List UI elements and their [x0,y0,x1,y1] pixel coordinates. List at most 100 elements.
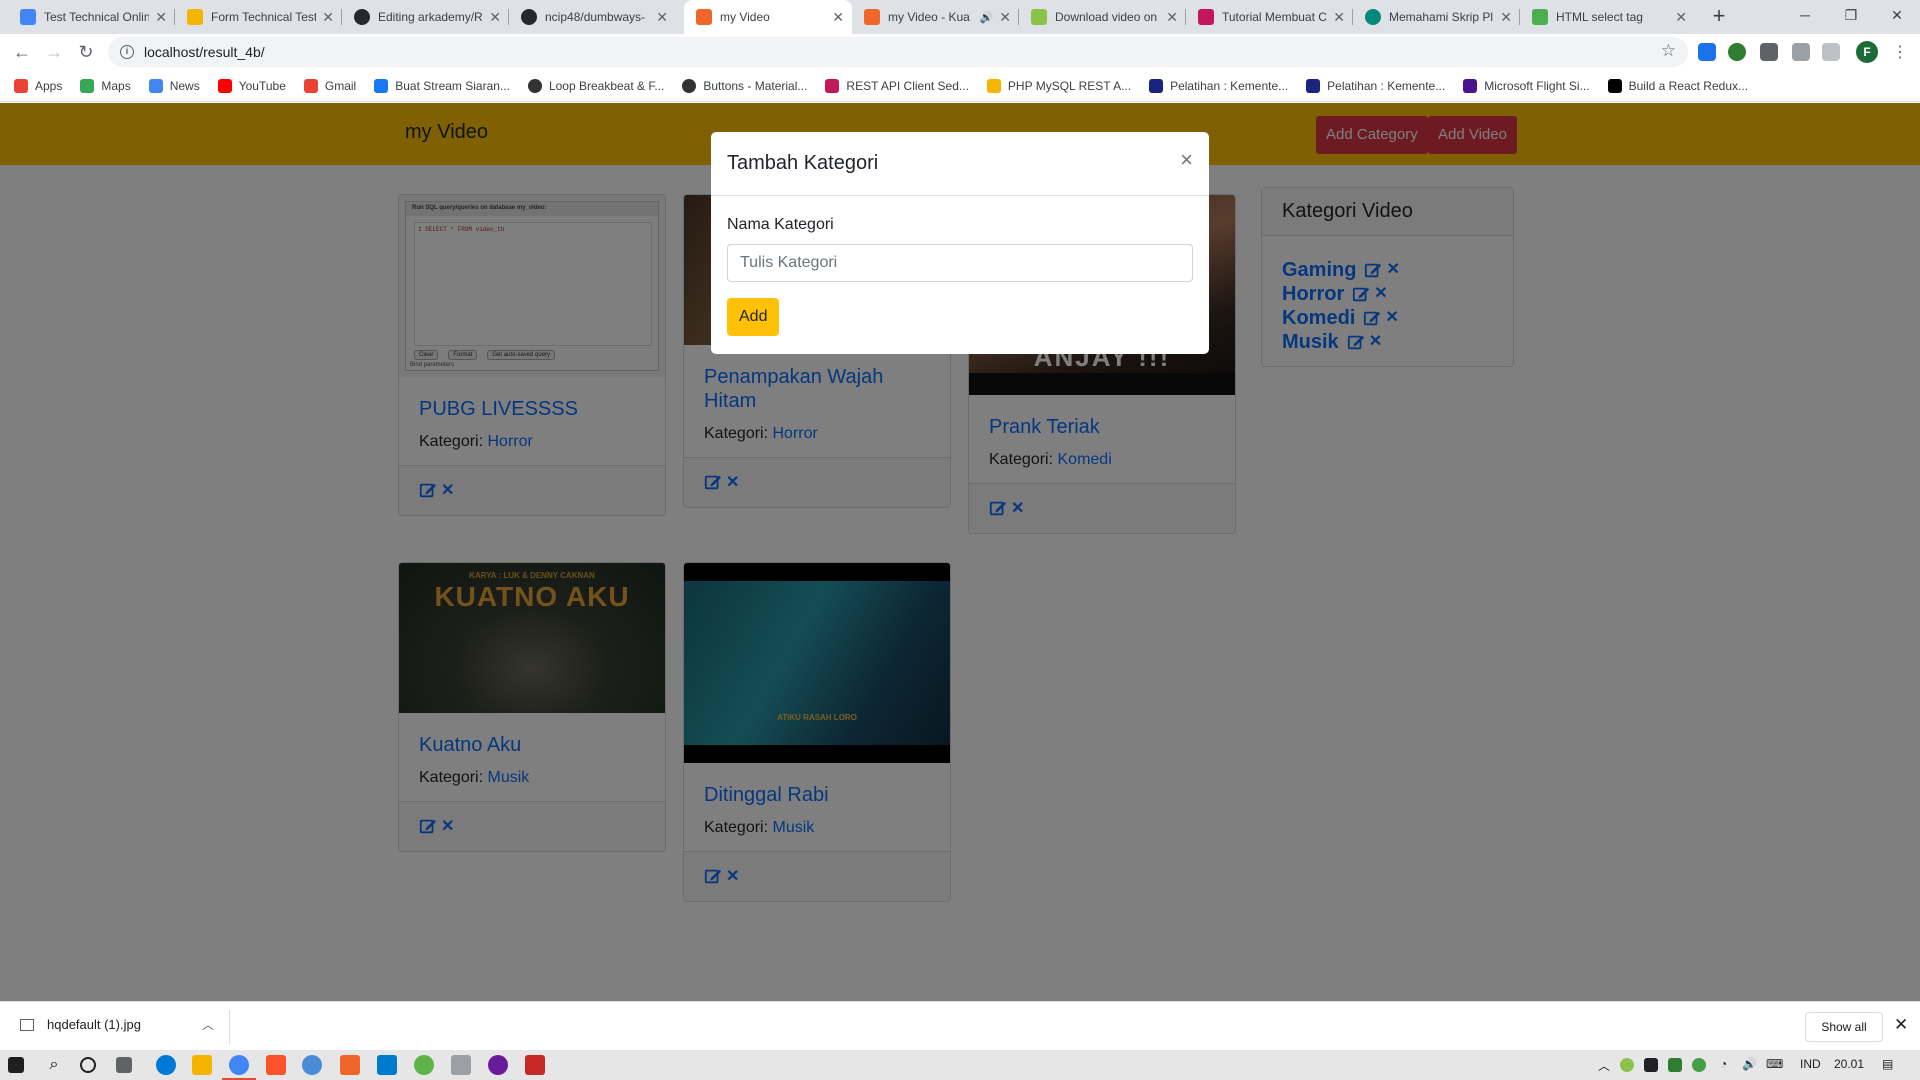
minimize-button[interactable]: ─ [1782,0,1828,34]
app-icon[interactable] [525,1055,545,1075]
menu-icon[interactable]: ⋮ [1892,42,1908,62]
close-tab-icon[interactable]: ✕ [656,9,668,26]
info-icon[interactable]: i [120,45,134,59]
bookmark-item[interactable]: Buat Stream Siaran... [374,78,510,93]
download-filename: hqdefault (1).jpg [47,1017,141,1032]
close-tab-icon[interactable]: ✕ [1675,9,1687,26]
close-tab-icon[interactable]: ✕ [155,9,167,26]
close-tab-icon[interactable]: ✕ [832,9,844,26]
docs-icon [20,9,36,25]
forward-button[interactable]: → [40,38,68,66]
chrome-icon[interactable] [229,1055,249,1075]
bookmark-item[interactable]: Loop Breakbeat & F... [527,78,664,93]
bookmark-news[interactable]: News [148,78,200,93]
task-view-icon[interactable] [116,1057,132,1073]
bookmark-star-icon[interactable]: ☆ [1661,41,1676,61]
close-tab-icon[interactable]: ✕ [1333,9,1345,26]
audio-icon[interactable]: 🔊 [980,11,994,24]
tab-8[interactable]: Memahami Skrip Pl ✕ [1353,0,1520,34]
file-explorer-icon[interactable] [192,1055,212,1075]
tray-icon[interactable] [1644,1058,1658,1072]
bookmark-label: Apps [35,78,63,93]
volume-icon[interactable]: 🔊 [1742,1057,1757,1071]
tray-icon[interactable] [1692,1058,1706,1072]
edge-icon[interactable] [156,1055,176,1075]
tab-2[interactable]: Editing arkademy/R ✕ [342,0,509,34]
tab-5[interactable]: my Video - Kua 🔊 ✕ [852,0,1019,34]
tray-icon[interactable] [1620,1058,1634,1072]
bookmark-item[interactable]: Build a React Redux... [1607,78,1748,93]
bookmark-item[interactable]: Pelatihan : Kemente... [1149,78,1288,93]
chevron-up-icon[interactable]: ︿ [202,1016,214,1033]
search-icon[interactable]: ⌕ [44,1055,64,1075]
tab-0[interactable]: Test Technical Onlin ✕ [8,0,175,34]
github-icon [354,9,370,25]
vscode-icon[interactable] [377,1055,397,1075]
app-icon[interactable] [414,1055,434,1075]
tab-title: HTML select tag [1556,10,1643,24]
tab-9[interactable]: HTML select tag ✕ [1520,0,1695,34]
add-button[interactable]: Add [727,298,780,336]
app-icon[interactable] [451,1055,471,1075]
clock[interactable]: 20.01 [1834,1057,1864,1071]
close-icon[interactable]: ✕ [1894,1015,1908,1035]
app-icon[interactable] [340,1055,360,1075]
keyboard-icon[interactable]: ⌨ [1766,1057,1783,1071]
reload-button[interactable]: ↻ [72,38,100,66]
media-icon[interactable] [1822,43,1840,61]
tab-4-active[interactable]: my Video ✕ [684,0,852,34]
bookmark-item[interactable]: Pelatihan : Kemente... [1306,78,1445,93]
new-tab-button[interactable]: + [1706,4,1732,30]
close-icon[interactable]: × [1180,149,1193,171]
bookmark-item[interactable]: Buttons - Material... [682,78,808,93]
show-all-button[interactable]: Show all [1805,1012,1883,1042]
tab-title: Test Technical Onlin [44,10,150,24]
bookmark-apps[interactable]: Apps [14,78,63,93]
tab-6[interactable]: Download video on ✕ [1019,0,1186,34]
bookmark-label: Buttons - Material... [703,78,808,93]
download-item[interactable]: hqdefault (1).jpg [20,1017,141,1032]
bookmark-item[interactable]: REST API Client Sed... [825,78,969,93]
tab-1[interactable]: Form Technical Test ✕ [175,0,342,34]
tab-strip: Test Technical Onlin ✕ Form Technical Tes… [0,0,1920,34]
tab-title: my Video [720,10,770,24]
bookmark-label: REST API Client Sed... [846,78,969,93]
language-indicator[interactable]: IND [1800,1057,1821,1071]
back-button[interactable]: ← [8,38,36,66]
add-category-modal: Tambah Kategori × Nama Kategori Add [711,132,1209,354]
bookmark-gmail[interactable]: Gmail [303,78,356,93]
bookmark-item[interactable]: PHP MySQL REST A... [986,78,1131,93]
bookmark-maps[interactable]: Maps [80,78,131,93]
address-bar[interactable]: i localhost/result_4b/ ☆ [108,37,1688,67]
extension-icon[interactable] [1698,43,1716,61]
app-icon[interactable] [302,1055,322,1075]
windows-start-icon[interactable] [8,1057,24,1073]
close-tab-icon[interactable]: ✕ [1500,9,1512,26]
app-icon[interactable] [488,1055,508,1075]
brave-icon[interactable] [266,1055,286,1075]
tab-3[interactable]: ncip48/dumbways- ✕ [509,0,676,34]
bookmark-youtube[interactable]: YouTube [217,78,286,93]
notifications-icon[interactable]: ▤ [1882,1057,1893,1071]
close-tab-icon[interactable]: ✕ [999,9,1011,26]
close-tab-icon[interactable]: ✕ [322,9,334,26]
category-name-input[interactable] [727,244,1193,282]
extension-icon[interactable] [1760,43,1778,61]
tab-7[interactable]: Tutorial Membuat C ✕ [1186,0,1353,34]
site-icon [1463,78,1478,93]
close-tab-icon[interactable]: ✕ [1166,9,1178,26]
close-window-button[interactable]: ✕ [1874,0,1920,34]
close-tab-icon[interactable]: ✕ [489,9,501,26]
bookmark-label: News [169,78,200,93]
bookmark-item[interactable]: Microsoft Flight Si... [1463,78,1590,93]
restore-button[interactable]: ❐ [1828,0,1874,34]
web-page: my Video Add Category Add Video Run SQL … [0,103,1920,1001]
tray-icon[interactable] [1668,1058,1682,1072]
chevron-up-icon[interactable]: ︿ [1598,1057,1610,1074]
cortana-icon[interactable] [80,1057,96,1073]
wifi-icon[interactable]: ◔ [1720,1057,1727,1071]
tab-title: my Video - Kua [888,10,970,24]
profile-avatar[interactable]: F [1856,41,1878,63]
extension-icon[interactable] [1728,43,1746,61]
puzzle-icon[interactable] [1792,43,1810,61]
